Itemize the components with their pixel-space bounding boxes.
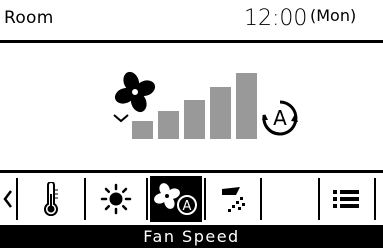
mode-button[interactable] — [86, 173, 146, 225]
scroll-left-button[interactable] — [0, 173, 16, 225]
thermometer-icon — [44, 182, 58, 216]
fan-speed-panel: A — [0, 43, 383, 170]
level-down-caret-icon[interactable] — [112, 113, 130, 123]
auto-label: A — [273, 106, 287, 130]
remote-controller-screen: Room 12:00 (Mon) A A Fan Speed — [0, 0, 383, 248]
clock-time: 12:00 — [244, 6, 308, 31]
fan-speed-bar-2 — [158, 111, 179, 139]
auto-circle-icon: A — [262, 100, 298, 136]
fan-speed-bar-5 — [236, 73, 257, 139]
louver-button[interactable] — [206, 173, 260, 225]
fan-speed-bar-3 — [184, 100, 205, 139]
fan-auto-icon: A — [154, 183, 197, 215]
svg-text:A: A — [183, 199, 192, 214]
sun-icon — [100, 183, 132, 215]
room-label: Room — [4, 8, 54, 28]
menu-button[interactable] — [320, 173, 372, 225]
empty-slot — [262, 173, 318, 225]
temperature-button[interactable] — [18, 173, 84, 225]
fan-speed-button[interactable]: A — [150, 176, 202, 222]
fan-speed-bars — [132, 73, 257, 139]
chevron-left-icon — [3, 190, 12, 208]
louver-icon — [222, 187, 245, 212]
status-header: Room 12:00 (Mon) — [0, 0, 383, 40]
clock-day: (Mon) — [310, 6, 357, 25]
menu-icon — [333, 190, 359, 208]
footer-label: Fan Speed — [0, 225, 383, 248]
fan-speed-bar-4 — [210, 87, 231, 139]
function-toolbar: A — [0, 173, 383, 225]
fan-speed-bar-1 — [132, 121, 153, 139]
